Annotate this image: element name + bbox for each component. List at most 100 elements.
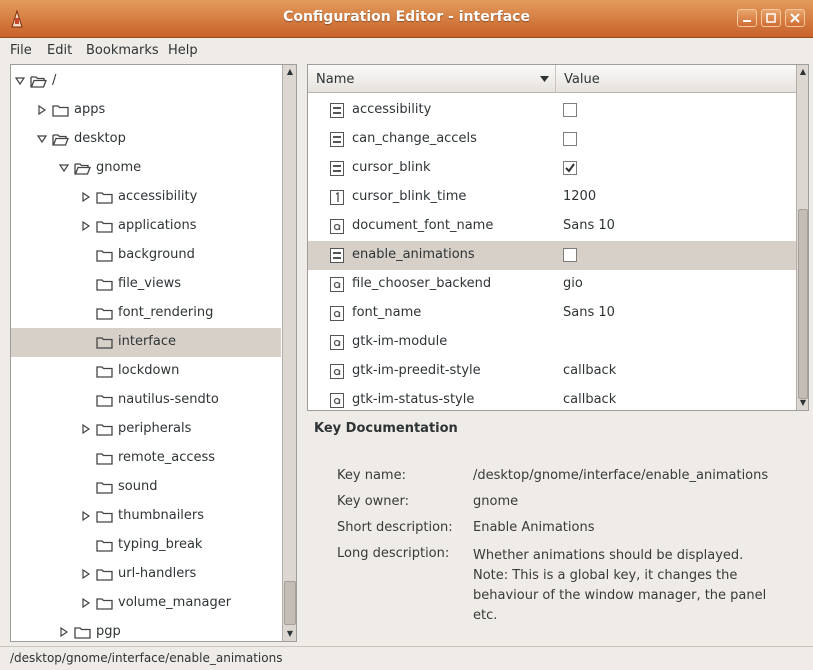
key-row[interactable]: gtk-im-preedit-style callback [308, 357, 797, 386]
keys-scrollbar[interactable]: ▲ ▼ [796, 65, 808, 410]
menu-file[interactable]: File [10, 43, 32, 58]
expander-closed-icon[interactable] [81, 568, 91, 580]
bool-key-icon [330, 161, 344, 176]
folder-open-icon [52, 133, 69, 146]
checkbox[interactable] [563, 103, 577, 117]
folder-icon [96, 365, 113, 378]
key-value[interactable]: 1200 [563, 189, 596, 204]
tree-item[interactable]: typing_break [11, 531, 281, 560]
key-row[interactable]: cursor_blink [308, 154, 797, 183]
checkbox-checked[interactable] [563, 161, 577, 175]
minimize-button[interactable] [737, 9, 757, 27]
title-bar[interactable]: Configuration Editor - interface [0, 0, 813, 38]
string-key-icon [330, 335, 344, 350]
key-value[interactable]: Sans 10 [563, 305, 615, 320]
tree-item[interactable]: file_views [11, 270, 281, 299]
tree-item[interactable]: nautilus-sendto [11, 386, 281, 415]
tree-item[interactable]: sound [11, 473, 281, 502]
tree-item-label: desktop [74, 131, 126, 146]
column-header-name[interactable]: Name [308, 65, 556, 93]
key-name: enable_animations [352, 247, 475, 262]
expander-closed-icon[interactable] [81, 423, 91, 435]
key-row[interactable]: document_font_name Sans 10 [308, 212, 797, 241]
tree-item-label: / [52, 73, 57, 88]
key-row[interactable]: gtk-im-status-style callback [308, 386, 797, 410]
key-row[interactable]: cursor_blink_time 1200 [308, 183, 797, 212]
folder-icon [96, 394, 113, 407]
menu-bookmarks[interactable]: Bookmarks [86, 43, 159, 58]
tree-scrollbar-thumb[interactable] [284, 581, 296, 625]
key-name: gtk-im-status-style [352, 392, 475, 407]
long-description-value: Whether animations should be displayed. … [473, 546, 808, 626]
tree-item[interactable]: apps [11, 96, 281, 125]
tree-item[interactable]: volume_manager [11, 589, 281, 618]
key-value[interactable]: gio [563, 276, 583, 291]
tree-item-label: gnome [96, 160, 142, 175]
checkbox[interactable] [563, 132, 577, 146]
keys-scroll-down-icon[interactable]: ▼ [797, 396, 808, 410]
key-value[interactable]: callback [563, 392, 616, 407]
tree-item[interactable]: thumbnailers [11, 502, 281, 531]
tree-item[interactable]: pgp [11, 618, 281, 641]
expander-closed-icon[interactable] [81, 597, 91, 609]
keys-list[interactable]: Name Value accessibility can_change_accel… [307, 64, 809, 411]
column-name-label: Name [316, 72, 355, 87]
tree-item[interactable]: / [11, 67, 281, 96]
tree-item[interactable]: font_rendering [11, 299, 281, 328]
tree-item-label: volume_manager [118, 595, 232, 610]
tree-item[interactable]: desktop [11, 125, 281, 154]
window-title: Configuration Editor - interface [283, 9, 530, 25]
tree-item[interactable]: applications [11, 212, 281, 241]
folder-open-icon [74, 162, 91, 175]
folder-icon [96, 452, 113, 465]
folder-icon [96, 568, 113, 581]
scroll-up-arrow-icon[interactable]: ▲ [283, 65, 296, 79]
int-key-icon [330, 190, 344, 205]
key-name-label: Key name: [337, 468, 406, 483]
key-name: document_font_name [352, 218, 494, 233]
tree-item[interactable]: peripherals [11, 415, 281, 444]
key-row[interactable]: accessibility [308, 96, 797, 125]
expander-closed-icon[interactable] [59, 626, 69, 638]
scroll-down-arrow-icon[interactable]: ▼ [283, 627, 296, 641]
tree-item-label: thumbnailers [118, 508, 205, 523]
expander-open-icon[interactable] [36, 133, 48, 145]
expander-closed-icon[interactable] [37, 104, 47, 116]
tree-scrollbar[interactable]: ▲ ▼ [282, 65, 296, 641]
key-name: can_change_accels [352, 131, 477, 146]
tree-item[interactable]: remote_access [11, 444, 281, 473]
key-row[interactable]: font_name Sans 10 [308, 299, 797, 328]
checkbox[interactable] [563, 248, 577, 262]
keys-scroll-up-icon[interactable]: ▲ [797, 65, 808, 79]
tree-item[interactable]: url-handlers [11, 560, 281, 589]
folder-icon [96, 220, 113, 233]
expander-closed-icon[interactable] [81, 191, 91, 203]
tree-item[interactable]: lockdown [11, 357, 281, 386]
expander-closed-icon[interactable] [81, 220, 91, 232]
maximize-button[interactable] [761, 9, 781, 27]
tree-item[interactable]: gnome [11, 154, 281, 183]
menu-edit[interactable]: Edit [47, 43, 72, 58]
column-header-value[interactable]: Value [556, 65, 797, 93]
directory-tree[interactable]: / apps desktop gnome accessibility applicatio… [10, 64, 297, 642]
tree-item[interactable]: accessibility [11, 183, 281, 212]
key-row[interactable]: file_chooser_backend gio [308, 270, 797, 299]
key-row[interactable]: gtk-im-module [308, 328, 797, 357]
key-row[interactable]: can_change_accels [308, 125, 797, 154]
expander-open-icon[interactable] [14, 75, 26, 87]
tree-item[interactable]: background [11, 241, 281, 270]
key-value[interactable]: callback [563, 363, 616, 378]
string-key-icon [330, 219, 344, 234]
expander-open-icon[interactable] [58, 162, 70, 174]
string-key-icon [330, 277, 344, 292]
tree-item-label: sound [118, 479, 158, 494]
expander-closed-icon[interactable] [81, 510, 91, 522]
menu-help[interactable]: Help [168, 43, 198, 58]
keys-scrollbar-thumb[interactable] [798, 209, 808, 399]
tree-item-label: apps [74, 102, 106, 117]
menu-bar: File Edit Bookmarks Help [0, 38, 813, 64]
key-value[interactable]: Sans 10 [563, 218, 615, 233]
key-row[interactable]: enable_animations [308, 241, 797, 270]
tree-item[interactable]: interface [11, 328, 281, 357]
close-button[interactable] [785, 9, 805, 27]
